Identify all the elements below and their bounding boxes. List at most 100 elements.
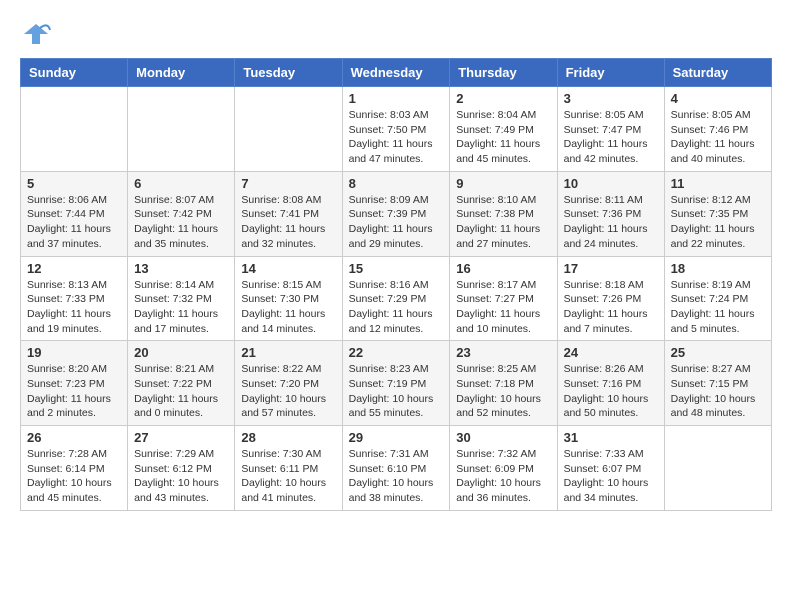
calendar-cell: 30 Sunrise: 7:32 AM Sunset: 6:09 PM Dayli… [450,426,557,511]
cell-content: Sunrise: 8:18 AM Sunset: 7:26 PM Dayligh… [564,278,658,337]
day-number: 30 [456,430,550,445]
calendar-cell: 4 Sunrise: 8:05 AM Sunset: 7:46 PM Daylig… [664,87,771,172]
calendar-cell: 25 Sunrise: 8:27 AM Sunset: 7:15 PM Dayli… [664,341,771,426]
day-number: 20 [134,345,228,360]
day-number: 22 [349,345,444,360]
calendar-cell: 10 Sunrise: 8:11 AM Sunset: 7:36 PM Dayli… [557,171,664,256]
calendar-cell: 3 Sunrise: 8:05 AM Sunset: 7:47 PM Daylig… [557,87,664,172]
cell-content: Sunrise: 8:12 AM Sunset: 7:35 PM Dayligh… [671,193,765,252]
day-header-thursday: Thursday [450,59,557,87]
day-header-monday: Monday [128,59,235,87]
day-number: 24 [564,345,658,360]
day-number: 28 [241,430,335,445]
day-number: 25 [671,345,765,360]
day-number: 21 [241,345,335,360]
calendar-cell: 19Sunrise: 8:20 AM Sunset: 7:23 PM Dayli… [21,341,128,426]
day-number: 29 [349,430,444,445]
calendar-cell: 22 Sunrise: 8:23 AM Sunset: 7:19 PM Dayli… [342,341,450,426]
day-number: 3 [564,91,658,106]
calendar-cell: 31Sunrise: 7:33 AM Sunset: 6:07 PM Dayli… [557,426,664,511]
cell-content: Sunrise: 8:15 AM Sunset: 7:30 PM Dayligh… [241,278,335,337]
calendar-cell: 21 Sunrise: 8:22 AM Sunset: 7:20 PM Dayli… [235,341,342,426]
calendar-cell [664,426,771,511]
day-number: 1 [349,91,444,106]
cell-content: Sunrise: 8:09 AM Sunset: 7:39 PM Dayligh… [349,193,444,252]
calendar-week-row: 19Sunrise: 8:20 AM Sunset: 7:23 PM Dayli… [21,341,772,426]
day-number: 12 [27,261,121,276]
cell-content: Sunrise: 8:05 AM Sunset: 7:47 PM Dayligh… [564,108,658,167]
cell-content: Sunrise: 7:32 AM Sunset: 6:09 PM Dayligh… [456,447,550,506]
day-number: 9 [456,176,550,191]
day-number: 17 [564,261,658,276]
logo [20,20,56,48]
day-header-friday: Friday [557,59,664,87]
calendar-cell: 29 Sunrise: 7:31 AM Sunset: 6:10 PM Dayli… [342,426,450,511]
cell-content: Sunrise: 8:20 AM Sunset: 7:23 PM Dayligh… [27,362,121,421]
cell-content: Sunrise: 8:11 AM Sunset: 7:36 PM Dayligh… [564,193,658,252]
day-header-wednesday: Wednesday [342,59,450,87]
page-header [20,20,772,48]
calendar-cell [235,87,342,172]
day-number: 7 [241,176,335,191]
calendar-cell: 20 Sunrise: 8:21 AM Sunset: 7:22 PM Dayli… [128,341,235,426]
calendar-table: SundayMondayTuesdayWednesdayThursdayFrid… [20,58,772,511]
cell-content: Sunrise: 8:13 AM Sunset: 7:33 PM Dayligh… [27,278,121,337]
calendar-cell: 5Sunrise: 8:06 AM Sunset: 7:44 PM Daylig… [21,171,128,256]
cell-content: Sunrise: 8:04 AM Sunset: 7:49 PM Dayligh… [456,108,550,167]
calendar-cell: 15 Sunrise: 8:16 AM Sunset: 7:29 PM Dayli… [342,256,450,341]
cell-content: Sunrise: 8:23 AM Sunset: 7:19 PM Dayligh… [349,362,444,421]
day-number: 2 [456,91,550,106]
day-number: 23 [456,345,550,360]
day-header-tuesday: Tuesday [235,59,342,87]
calendar-week-row: 5Sunrise: 8:06 AM Sunset: 7:44 PM Daylig… [21,171,772,256]
calendar-cell: 7 Sunrise: 8:08 AM Sunset: 7:41 PM Daylig… [235,171,342,256]
calendar-week-row: 12 Sunrise: 8:13 AM Sunset: 7:33 PM Dayli… [21,256,772,341]
day-number: 16 [456,261,550,276]
day-number: 14 [241,261,335,276]
cell-content: Sunrise: 8:25 AM Sunset: 7:18 PM Dayligh… [456,362,550,421]
calendar-cell: 13 Sunrise: 8:14 AM Sunset: 7:32 PM Dayli… [128,256,235,341]
calendar-cell: 23 Sunrise: 8:25 AM Sunset: 7:18 PM Dayli… [450,341,557,426]
cell-content: Sunrise: 7:30 AM Sunset: 6:11 PM Dayligh… [241,447,335,506]
cell-content: Sunrise: 7:31 AM Sunset: 6:10 PM Dayligh… [349,447,444,506]
calendar-cell: 17 Sunrise: 8:18 AM Sunset: 7:26 PM Dayli… [557,256,664,341]
day-number: 6 [134,176,228,191]
calendar-header-row: SundayMondayTuesdayWednesdayThursdayFrid… [21,59,772,87]
day-header-sunday: Sunday [21,59,128,87]
day-number: 13 [134,261,228,276]
calendar-cell: 18 Sunrise: 8:19 AM Sunset: 7:24 PM Dayli… [664,256,771,341]
cell-content: Sunrise: 8:22 AM Sunset: 7:20 PM Dayligh… [241,362,335,421]
calendar-cell: 14 Sunrise: 8:15 AM Sunset: 7:30 PM Dayli… [235,256,342,341]
calendar-cell: 26 Sunrise: 7:28 AM Sunset: 6:14 PM Dayli… [21,426,128,511]
calendar-cell: 12 Sunrise: 8:13 AM Sunset: 7:33 PM Dayli… [21,256,128,341]
logo-icon [20,20,52,48]
calendar-cell: 1 Sunrise: 8:03 AM Sunset: 7:50 PM Daylig… [342,87,450,172]
day-number: 11 [671,176,765,191]
cell-content: Sunrise: 8:21 AM Sunset: 7:22 PM Dayligh… [134,362,228,421]
cell-content: Sunrise: 7:33 AM Sunset: 6:07 PM Dayligh… [564,447,658,506]
day-number: 4 [671,91,765,106]
cell-content: Sunrise: 8:19 AM Sunset: 7:24 PM Dayligh… [671,278,765,337]
cell-content: Sunrise: 8:17 AM Sunset: 7:27 PM Dayligh… [456,278,550,337]
cell-content: Sunrise: 8:05 AM Sunset: 7:46 PM Dayligh… [671,108,765,167]
day-number: 26 [27,430,121,445]
calendar-cell: 16 Sunrise: 8:17 AM Sunset: 7:27 PM Dayli… [450,256,557,341]
cell-content: Sunrise: 8:27 AM Sunset: 7:15 PM Dayligh… [671,362,765,421]
cell-content: Sunrise: 7:28 AM Sunset: 6:14 PM Dayligh… [27,447,121,506]
cell-content: Sunrise: 8:08 AM Sunset: 7:41 PM Dayligh… [241,193,335,252]
day-number: 27 [134,430,228,445]
day-number: 10 [564,176,658,191]
calendar-cell: 24Sunrise: 8:26 AM Sunset: 7:16 PM Dayli… [557,341,664,426]
day-number: 8 [349,176,444,191]
cell-content: Sunrise: 8:03 AM Sunset: 7:50 PM Dayligh… [349,108,444,167]
calendar-cell: 8 Sunrise: 8:09 AM Sunset: 7:39 PM Daylig… [342,171,450,256]
day-number: 18 [671,261,765,276]
day-number: 15 [349,261,444,276]
cell-content: Sunrise: 8:14 AM Sunset: 7:32 PM Dayligh… [134,278,228,337]
calendar-cell: 6 Sunrise: 8:07 AM Sunset: 7:42 PM Daylig… [128,171,235,256]
cell-content: Sunrise: 8:07 AM Sunset: 7:42 PM Dayligh… [134,193,228,252]
day-header-saturday: Saturday [664,59,771,87]
cell-content: Sunrise: 8:16 AM Sunset: 7:29 PM Dayligh… [349,278,444,337]
calendar-cell: 2 Sunrise: 8:04 AM Sunset: 7:49 PM Daylig… [450,87,557,172]
calendar-cell: 11 Sunrise: 8:12 AM Sunset: 7:35 PM Dayli… [664,171,771,256]
